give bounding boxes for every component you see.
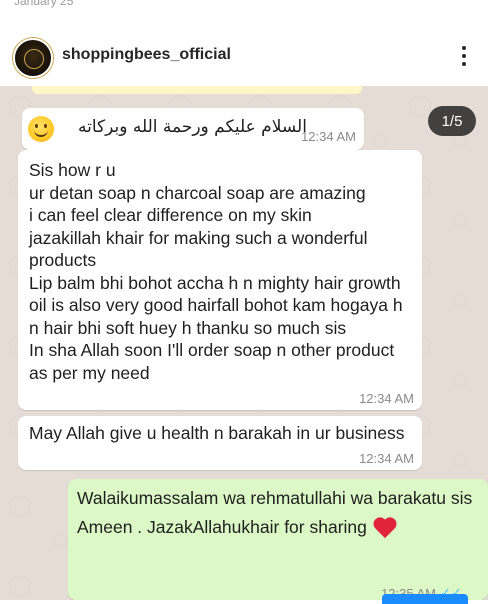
- message-text-second: Ameen . JazakAllahukhair for sharing: [77, 516, 367, 537]
- message-text: Walaikumassalam wa rehmatullahi wa barak…: [77, 488, 473, 508]
- blue-button-edge[interactable]: [382, 594, 468, 604]
- more-vertical-icon[interactable]: [456, 44, 472, 68]
- avatar[interactable]: [13, 38, 53, 78]
- message-time: 12:34 AM: [301, 129, 356, 144]
- message-bubble-blessing: May Allah give u health n barakah in ur …: [18, 416, 422, 470]
- post-date: January 25: [14, 0, 74, 8]
- message-bubble-review: Sis how r u ur detan soap n charcoal soa…: [18, 150, 422, 410]
- previous-bubble-edge: [32, 86, 362, 94]
- message-bubble-greeting: السلام علیکم ورحمة الله وبرکاته 12:34 AM: [22, 108, 364, 150]
- message-time: 12:34 AM: [359, 451, 414, 466]
- message-time: 12:34 AM: [359, 391, 414, 406]
- message-bubble-reply: Walaikumassalam wa rehmatullahi wa barak…: [68, 479, 488, 600]
- post-header: shoppingbees_official: [0, 28, 488, 86]
- carousel-counter: 1/5: [428, 106, 476, 136]
- message-text: May Allah give u health n barakah in ur …: [29, 423, 405, 443]
- message-text: Sis how r u ur detan soap n charcoal soa…: [29, 160, 403, 383]
- message-text: السلام علیکم ورحمة الله وبرکاته: [78, 117, 307, 137]
- red-heart-icon: [373, 516, 397, 538]
- username-link[interactable]: shoppingbees_official: [62, 46, 231, 64]
- smiling-face-icon: [28, 116, 54, 142]
- chat-screenshot-image: 1/5 السلام علیکم ورحمة الله وبرکاته 12:3…: [0, 86, 488, 600]
